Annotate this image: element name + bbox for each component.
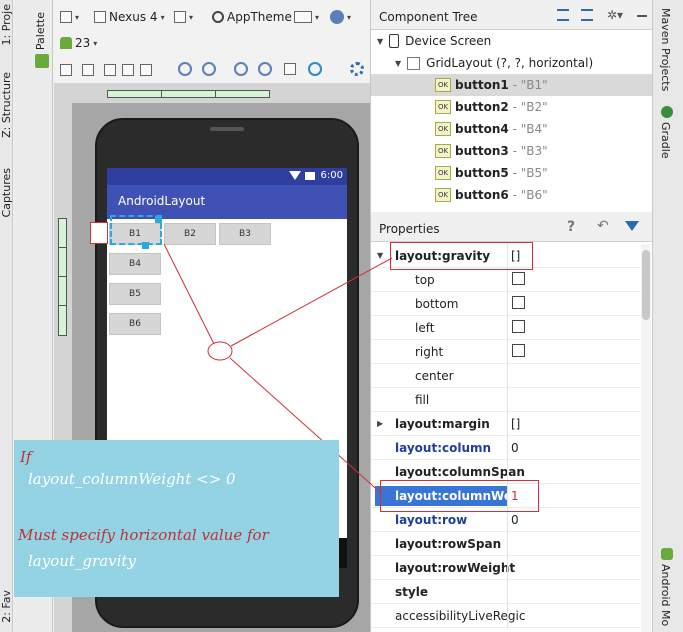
note-line-2: layout_columnWeight <> 0 — [28, 470, 236, 488]
annotation-note: If layout_columnWeight <> 0 Must specify… — [14, 440, 339, 597]
annotation-line — [230, 257, 393, 347]
note-line-4: layout_gravity — [28, 552, 136, 570]
annotation-circle — [207, 341, 233, 361]
note-line-1: If — [20, 448, 32, 466]
annotation-line — [163, 243, 215, 345]
android-studio-layout-editor: 1: Proje Z: Structure Captures 2: Fav Pa… — [0, 0, 683, 632]
note-line-3: Must specify horizontal value for — [18, 526, 269, 544]
